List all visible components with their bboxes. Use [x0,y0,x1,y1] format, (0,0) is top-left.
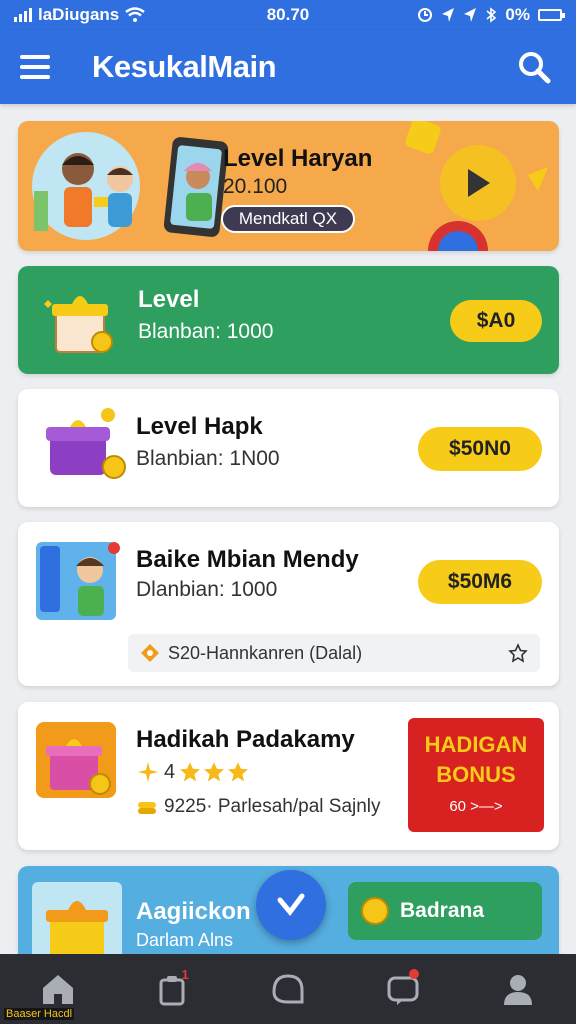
chat-bubble-icon [272,974,304,1004]
home-icon [42,975,73,1004]
card-value: 20.100 [223,175,288,198]
bonus-sub: 60 >—> [449,798,503,815]
star-icon [204,762,225,782]
profile-icon [504,975,533,1005]
card-subtitle: Dlanbian: 1000 [136,578,278,601]
play-decoration [405,121,548,251]
bluetooth-icon [486,7,497,23]
claim-button[interactable]: $50N0 [418,427,542,471]
watermark: Baaser Hacdl [4,1008,75,1020]
card-subtitle: Darlam Alns [136,930,234,950]
rating-stars: 4 [136,760,249,784]
star-icon [180,762,201,782]
nav-profile[interactable] [488,959,548,1019]
bonus-line-1: HADIGAN [424,732,528,757]
level-haryan-card[interactable]: Level Haryan 20.100 Mendkatl QX [18,121,559,251]
nav-badge: 1 [181,967,189,982]
nav-tasks[interactable]: 1 [143,959,203,1019]
status-bar: laDiugans 80.70 0% [0,0,576,30]
diamond-icon [141,644,159,662]
baike-mbian-card[interactable]: Baike Mbian Mendy Dlanbian: 1000 $50M6 S… [18,522,559,686]
app-title: KesukalMain [92,49,277,84]
bottom-nav: 1 Baaser Hacdl [0,954,576,1024]
sparkle-icon [138,762,158,782]
battery-percent: 0% [505,5,530,24]
star-outline-icon[interactable] [508,643,528,663]
bonus-line-2: BONUS [436,762,516,787]
claim-button[interactable]: $50M6 [418,560,542,604]
floating-action-button[interactable] [256,870,326,940]
location-arrow-icon [464,8,477,22]
gift-box-icon [36,722,116,798]
claim-button[interactable]: $A0 [450,300,542,342]
info-text: 9225· Parlesah/pal Sajnly [164,796,381,817]
coins-icon [138,802,156,814]
check-icon [277,893,305,917]
card-title: Aagiickon [136,898,251,925]
menu-button[interactable] [20,47,60,87]
info-row: S20-Hannkanren (Dalal) [128,634,540,672]
nav-messages[interactable] [373,959,433,1019]
location-icon [442,8,455,22]
info-row: 9225· Parlesah/pal Sajnly [136,796,381,818]
kids-illustration [32,132,140,240]
level-card[interactable]: Level Blanban: 1000 $A0 [18,266,559,374]
search-icon [519,52,551,84]
chest-icon [46,408,126,479]
card-title: Level [138,286,200,313]
card-title: Baike Mbian Mendy [136,546,359,573]
battery-icon [538,9,565,21]
wifi-icon [125,7,146,22]
star-icon [228,762,249,782]
phone-boy-illustration [164,137,229,237]
card-subtitle: Blanbian: 1N00 [136,447,280,470]
card-title: Level Hapk [136,413,263,440]
gift-icon [44,296,113,353]
hadikah-card[interactable]: Hadikah Padakamy 4 9225· Parlesah/pal Sa… [18,702,559,850]
signal-icon [14,8,32,22]
rating-value: 4 [164,760,176,783]
search-button[interactable] [512,45,556,89]
phone-kid-icon [36,542,120,620]
carrier-text: laDiugans [38,5,120,24]
bonus-badge[interactable]: HADIGAN BONUS 60 >—> [408,718,544,832]
badrana-chip[interactable]: Badrana [348,882,542,940]
card-subtitle: Blanban: 1000 [138,320,274,343]
info-text: S20-Hannkanren (Dalal) [168,642,363,663]
alarm-icon [418,8,433,22]
level-hapk-card[interactable]: Level Hapk Blanbian: 1N00 $50N0 [18,389,559,507]
card-title: Hadikah Padakamy [136,726,355,753]
card-title: Level Haryan [223,145,373,172]
nav-chat[interactable] [258,959,318,1019]
chip-label: Badrana [400,899,485,922]
status-time: 80.70 [266,5,310,24]
mendkatl-button[interactable]: Mendkatl QX [221,205,355,233]
app-bar: KesukalMain [0,30,576,104]
coin-icon [361,897,389,925]
